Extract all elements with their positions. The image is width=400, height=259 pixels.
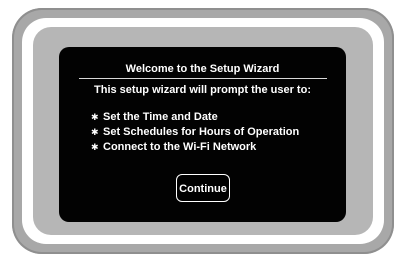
continue-button[interactable]: Continue bbox=[176, 174, 230, 202]
wizard-title: Welcome to the Setup Wizard bbox=[125, 63, 280, 75]
list-item: ✱ Set the Time and Date bbox=[91, 110, 299, 125]
wizard-step-list: ✱ Set the Time and Date ✱ Set Schedules … bbox=[91, 110, 299, 155]
list-item-label: Set Schedules for Hours of Operation bbox=[103, 126, 300, 138]
title-divider bbox=[79, 78, 327, 79]
wizard-intro-text: This setup wizard will prompt the user t… bbox=[94, 84, 311, 96]
list-item-label: Connect to the Wi-Fi Network bbox=[103, 141, 257, 153]
list-item: ✱ Connect to the Wi-Fi Network bbox=[91, 140, 299, 155]
asterisk-bullet-icon: ✱ bbox=[91, 142, 99, 152]
asterisk-bullet-icon: ✱ bbox=[91, 112, 99, 122]
list-item: ✱ Set Schedules for Hours of Operation bbox=[91, 125, 299, 140]
list-item-label: Set the Time and Date bbox=[103, 111, 218, 123]
asterisk-bullet-icon: ✱ bbox=[91, 127, 99, 137]
wizard-screen: Welcome to the Setup Wizard This setup w… bbox=[59, 47, 346, 222]
